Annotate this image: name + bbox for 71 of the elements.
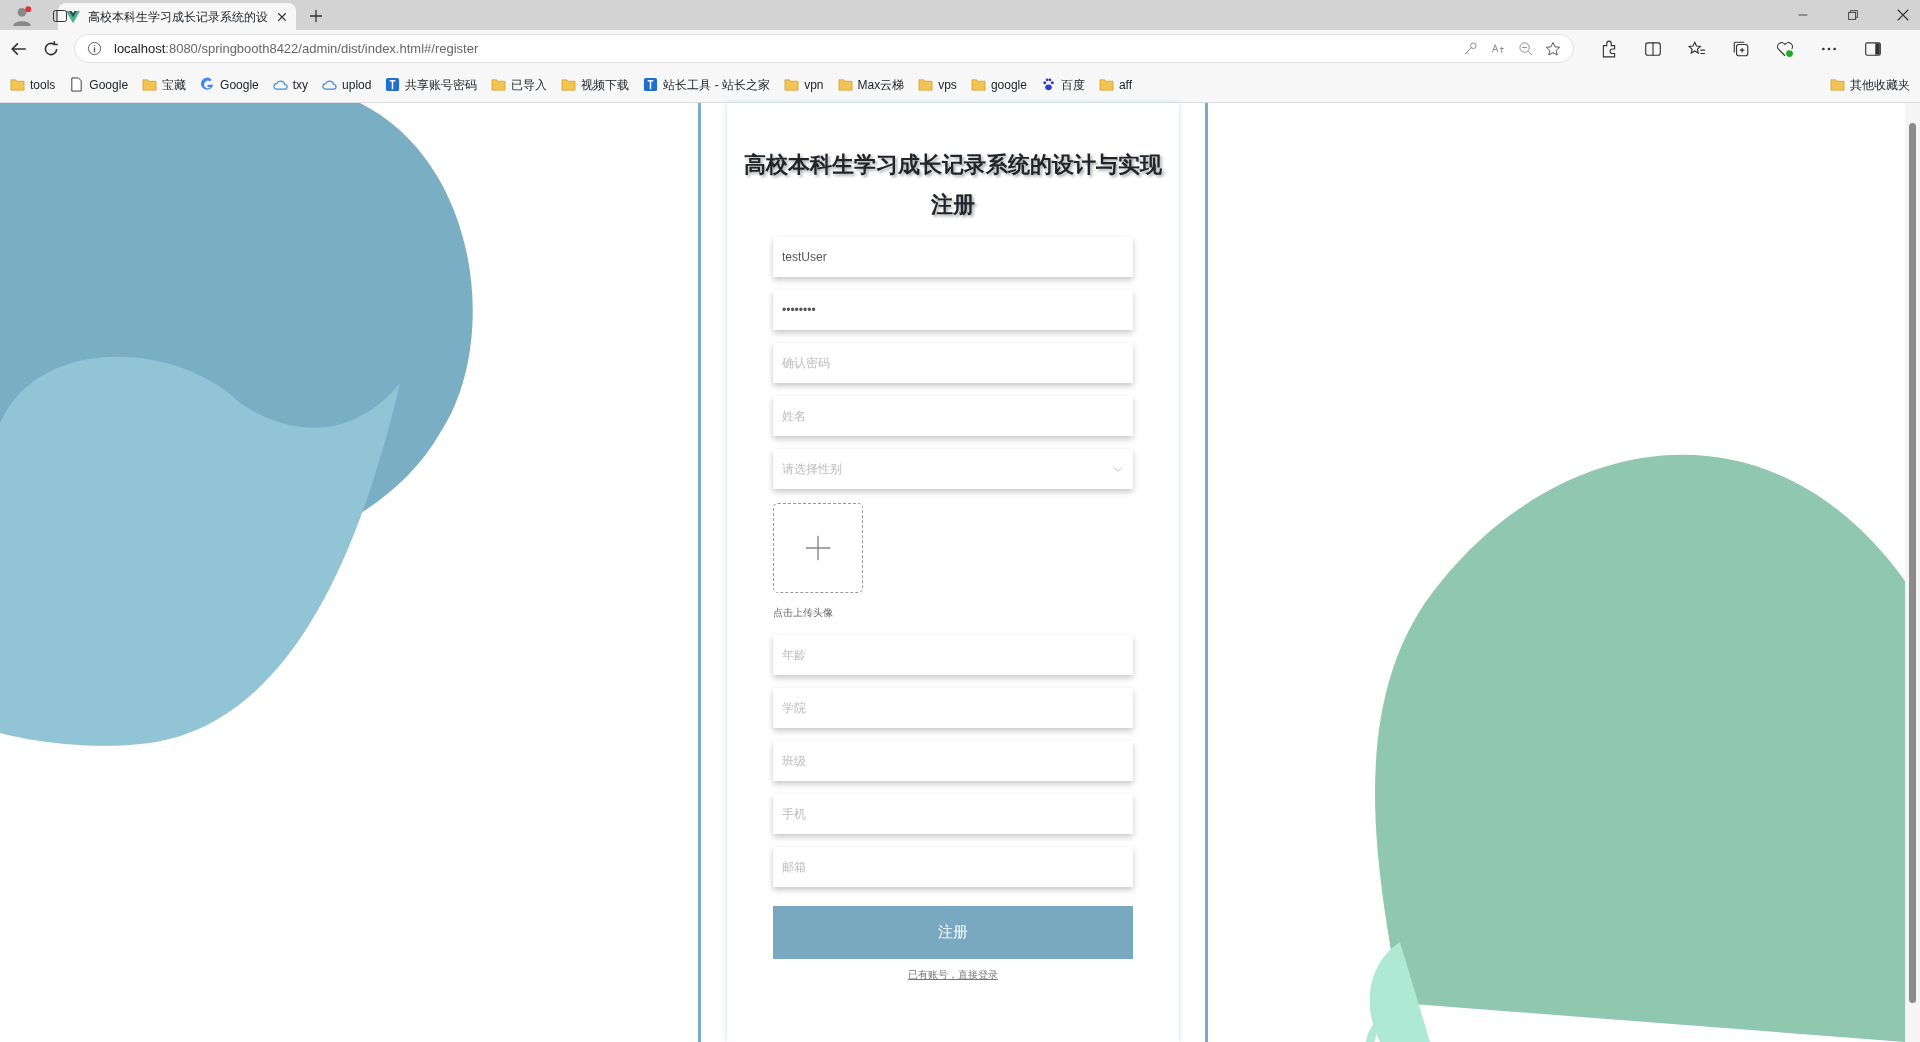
folder-icon [1830, 77, 1845, 92]
bookmark-item[interactable]: Max云梯 [837, 75, 905, 94]
folder-icon [491, 77, 507, 92]
input-field[interactable]: 手机 [773, 793, 1133, 834]
scrollbar[interactable] [1905, 103, 1920, 1042]
bookmark-item[interactable]: google [970, 75, 1027, 94]
close-icon[interactable] [276, 10, 288, 23]
input-field[interactable]: 邮箱 [773, 846, 1133, 887]
bookmark-item[interactable]: txy [272, 75, 309, 94]
input-field[interactable]: 年龄 [773, 634, 1133, 675]
upload-caption: 点击上传头像 [773, 606, 833, 620]
login-link[interactable]: 已有账号，直接登录 [908, 966, 998, 982]
bookmark-item[interactable]: tools [10, 75, 56, 94]
key-icon[interactable] [1463, 41, 1478, 56]
folder-icon [561, 77, 577, 92]
site-icon [643, 77, 659, 92]
profile-icon[interactable] [12, 6, 32, 26]
folder-icon [142, 77, 158, 92]
bookmark-item[interactable]: 视频下载 [561, 75, 630, 94]
url-text: localhost:8080/springbooth8422/admin/dist/index.html#/register [114, 39, 479, 58]
zoom-out-icon[interactable] [1518, 41, 1533, 56]
bookmark-item[interactable]: uplod [322, 75, 372, 94]
restore-icon[interactable] [1846, 8, 1860, 22]
paw-icon [1040, 77, 1056, 92]
input-field[interactable]: 确认密码 [773, 343, 1133, 383]
translate-icon[interactable] [1490, 41, 1506, 56]
bookmark-item[interactable]: Google [200, 75, 259, 94]
folder-icon [970, 77, 986, 92]
bookmark-item[interactable]: 宝藏 [142, 75, 187, 94]
bookmark-item[interactable]: Google [69, 75, 129, 94]
vue-logo-icon [66, 9, 80, 24]
folder-icon [918, 77, 934, 92]
site-icon [385, 77, 401, 92]
new-tab-icon[interactable] [308, 8, 324, 24]
bookmark-item[interactable]: 百度 [1040, 75, 1085, 94]
input-field[interactable]: 班级 [773, 740, 1133, 781]
folder-icon [784, 77, 800, 92]
input-field[interactable]: 姓名 [773, 396, 1133, 436]
folder-icon [10, 77, 25, 92]
bookmark-item[interactable]: 已导入 [491, 75, 548, 94]
cloud-icon [272, 77, 288, 92]
bookmark-item[interactable]: 共享账号密码 [385, 75, 478, 94]
form-heading: 注册 [931, 191, 975, 219]
page-icon [69, 77, 85, 92]
address-bar[interactable]: localhost:8080/springbooth8422/admin/dist/index.html#/register [74, 34, 1574, 63]
input-field[interactable]: 学院 [773, 687, 1133, 728]
bookmark-item[interactable]: 站长工具 - 站长之家 [643, 75, 771, 94]
cloud-icon [322, 77, 338, 92]
folder-icon [1098, 77, 1114, 92]
bookmark-item[interactable]: vpn [784, 75, 824, 94]
collections-icon[interactable] [1732, 39, 1750, 58]
avatar-upload-button[interactable] [773, 503, 863, 593]
form-title: 高校本科生学习成长记录系统的设计与实现 [744, 151, 1162, 179]
plus-icon [804, 534, 832, 562]
folder-icon [837, 77, 853, 92]
google-logo-icon [200, 77, 216, 92]
star-icon[interactable] [1545, 40, 1561, 57]
bookmark-item[interactable]: 其他收藏夹 [1830, 75, 1910, 94]
browser-tab[interactable]: 高校本科生学习成长记录系统的设 [58, 3, 296, 30]
split-screen-icon[interactable] [1644, 39, 1662, 58]
extensions-icon[interactable] [1600, 39, 1618, 58]
info-icon [87, 41, 102, 56]
bookmark-item[interactable]: aff [1098, 75, 1133, 94]
reload-icon[interactable] [42, 39, 60, 58]
bookmark-item[interactable]: vps [918, 75, 957, 94]
heart-pulse-icon[interactable] [1776, 39, 1794, 58]
input-field[interactable]: testUser [773, 237, 1133, 277]
input-field[interactable]: •••••••• [773, 290, 1133, 330]
close-icon[interactable] [1896, 8, 1910, 22]
sidebar-icon[interactable] [1864, 39, 1882, 58]
tab-actions-icon[interactable] [52, 8, 68, 24]
